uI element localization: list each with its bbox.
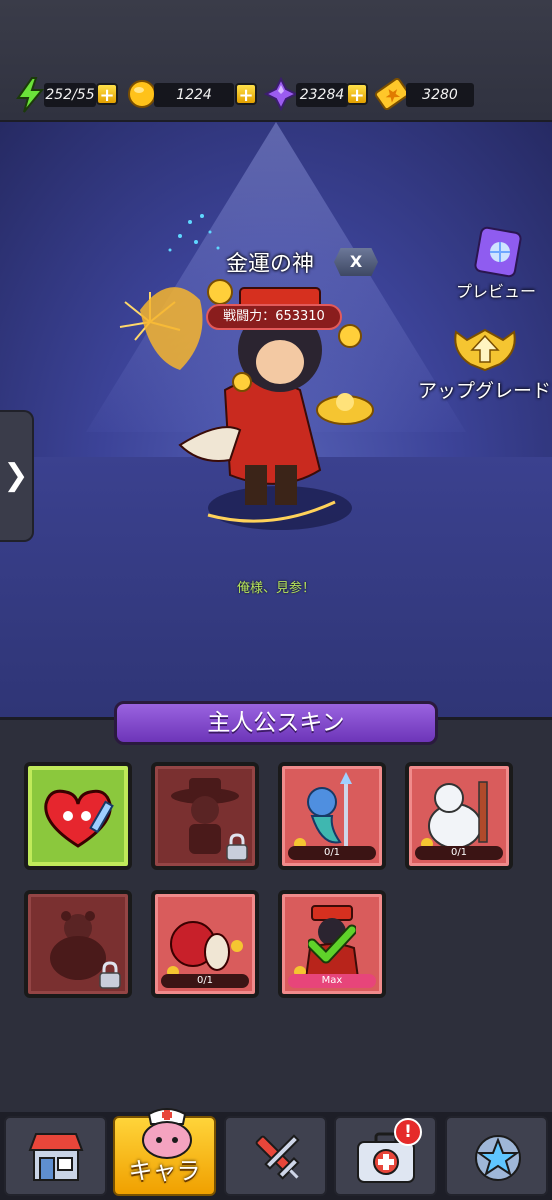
skin-card-cowboy[interactable]	[151, 762, 259, 870]
nav-character-label: キャラ	[128, 1157, 201, 1185]
gems-value: 23284	[296, 83, 348, 107]
hero-tag-badge[interactable]: X	[334, 248, 378, 276]
upgrade-button[interactable]: アップグレード	[418, 322, 552, 403]
energy-value: 252/55	[44, 83, 96, 107]
gems-plus-button[interactable]: +	[346, 83, 368, 106]
lock-icon	[99, 961, 121, 989]
hero-name: 金運の神	[225, 252, 314, 277]
skin-card-apple[interactable]: 0/1	[151, 890, 259, 998]
notification-badge: !	[394, 1118, 422, 1146]
nav-equipment[interactable]	[224, 1116, 327, 1196]
skins-section-title: 主人公スキン	[114, 701, 438, 745]
skin-progress: 0/1	[415, 846, 503, 860]
gem-icon	[264, 77, 298, 111]
skin-card-mermaid[interactable]: 0/1	[278, 762, 386, 870]
side-panel-toggle[interactable]: ❯	[0, 410, 34, 542]
nav-rank[interactable]	[445, 1116, 548, 1196]
coins-plus-button[interactable]: +	[235, 83, 257, 106]
power-value: 653310	[275, 309, 325, 324]
coins-value: 1224	[154, 83, 234, 107]
preview-button[interactable]: プレビュー	[448, 224, 544, 302]
nav-shop[interactable]	[4, 1116, 107, 1196]
skin-card-snow-bear[interactable]: 0/1	[405, 762, 513, 870]
rank-emblem-icon	[475, 1135, 521, 1181]
hero-quote: 俺様、見参！	[236, 581, 315, 596]
skin-card-bear[interactable]	[24, 890, 132, 998]
nav-character[interactable]: キャラ	[113, 1108, 216, 1196]
energy-icon	[16, 77, 45, 113]
preview-label: プレビュー	[455, 282, 536, 301]
shop-icon	[28, 1133, 84, 1181]
skin-card-fortune-god[interactable]: Max	[278, 890, 386, 998]
heart-sword-icon	[44, 789, 114, 848]
power-label: 戦闘力：	[223, 309, 276, 324]
skin-progress: 0/1	[288, 846, 376, 860]
skin-card-heart[interactable]	[24, 762, 132, 870]
skin-progress: 0/1	[161, 974, 249, 988]
tickets-value: 3280	[406, 83, 474, 107]
skin-progress-max: Max	[288, 974, 376, 988]
book-icon	[474, 226, 522, 278]
energy-plus-button[interactable]: +	[96, 83, 118, 106]
upgrade-label: アップグレード	[418, 380, 552, 402]
power-badge: 戦闘力：653310	[206, 304, 342, 330]
checkmark-icon	[308, 924, 356, 964]
syringe-sword-icon	[255, 1134, 300, 1180]
upgrade-arrow-icon	[454, 328, 516, 372]
lock-icon	[226, 833, 248, 861]
